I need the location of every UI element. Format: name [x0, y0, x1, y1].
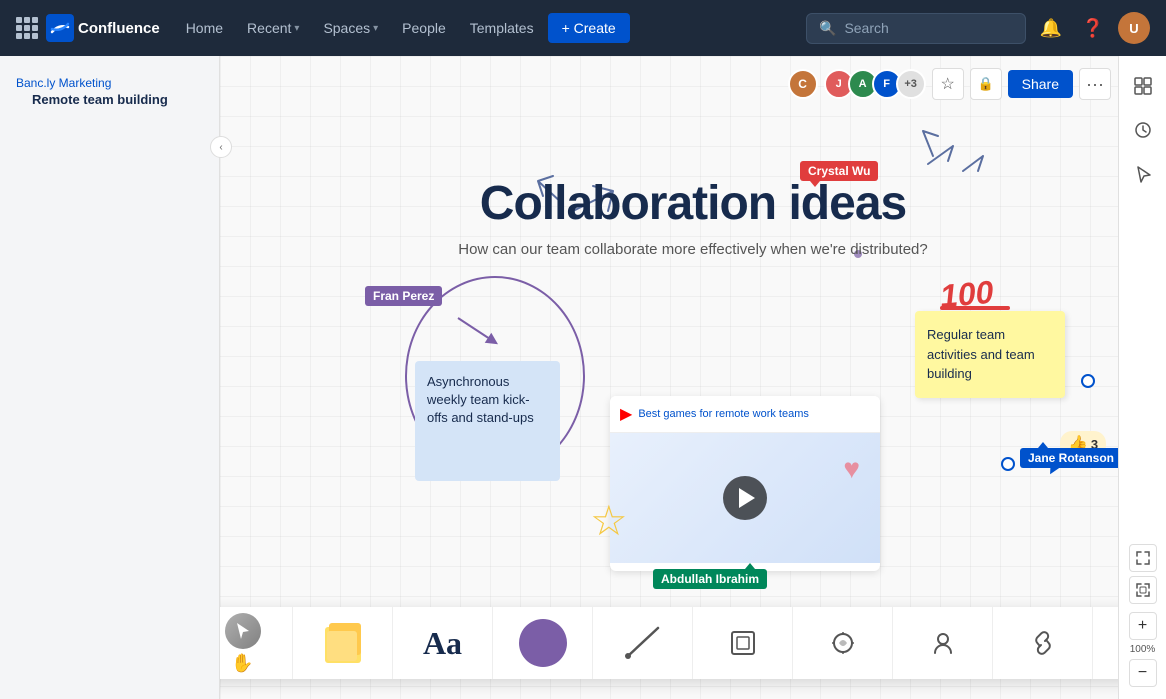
shape-tool[interactable] [493, 607, 593, 679]
pen-tool[interactable] [593, 607, 693, 679]
notifications-button[interactable]: 🔔 [1034, 11, 1068, 45]
grid-menu-icon[interactable] [16, 17, 38, 39]
nav-spaces[interactable]: Spaces ▾ [313, 14, 388, 42]
frame-tool[interactable] [693, 607, 793, 679]
abdullah-label: Abdullah Ibrahim [653, 569, 767, 589]
search-icon: 🔍 [819, 20, 836, 37]
zoom-fit-button[interactable] [1129, 544, 1157, 572]
canvas-avatar-count: +3 [896, 69, 926, 99]
navbar: Confluence Home Recent ▾ Spaces ▾ People… [0, 0, 1166, 56]
zoom-in-button[interactable]: + [1129, 612, 1157, 640]
link-tool[interactable] [993, 607, 1093, 679]
fran-perez-area: Fran Perez [365, 286, 442, 314]
nav-links: Home Recent ▾ Spaces ▾ People Templates … [176, 13, 630, 43]
sticky-note-yellow[interactable]: Regular team activities and team buildin… [915, 311, 1065, 398]
collaboration-subtitle: How can our team collaborate more effect… [458, 241, 928, 258]
star-decoration: ☆ [590, 496, 628, 545]
video-embed[interactable]: ▶ Best games for remote work teams ♥ [610, 396, 880, 571]
search-placeholder: Search [844, 20, 888, 36]
cursor-icon-wrap: ✋ [225, 613, 261, 674]
nav-right: 🔍 Search 🔔 ❓ U [806, 11, 1150, 45]
confluence-text: Confluence [78, 20, 160, 37]
cursor-panel-icon[interactable] [1125, 156, 1161, 192]
nav-templates[interactable]: Templates [460, 14, 544, 42]
cursor-circle-icon [225, 613, 261, 649]
bottom-toolbar: ✋ Aa [220, 607, 1166, 679]
canvas-toolbar: C J A F +3 ☆ 🔒 Share ··· [788, 68, 1111, 100]
stickies-icon [319, 619, 367, 667]
user-cursor-icon [929, 629, 957, 657]
video-header: ▶ Best games for remote work teams [610, 396, 880, 433]
text-tool[interactable]: Aa [393, 607, 493, 679]
nav-people[interactable]: People [392, 14, 456, 42]
crystal-wu-label: Crystal Wu [800, 161, 878, 181]
shape-circle-icon [519, 619, 567, 667]
youtube-icon: ▶ [620, 404, 632, 424]
video-title: Best games for remote work teams [638, 408, 809, 420]
breadcrumb: Banc.ly Marketing Remote team building [0, 68, 219, 123]
jane-label: Jane Rotanson [1020, 448, 1122, 468]
yellow-sticky-area: 100 Regular team activities and team bui… [915, 311, 1065, 398]
zoom-fit-page-button[interactable] [1129, 576, 1157, 604]
main-canvas: C J A F +3 ☆ 🔒 Share ··· [220, 56, 1166, 699]
fran-perez-label: Fran Perez [365, 286, 442, 306]
smart-select-icon [829, 629, 857, 657]
page-wrapper: Banc.ly Marketing Remote team building ‹… [0, 56, 1166, 699]
text-tool-icon: Aa [423, 625, 462, 662]
zoom-area: + 100% − [1129, 544, 1157, 687]
confluence-logo[interactable]: Confluence [46, 14, 160, 42]
user-avatar[interactable]: U [1118, 12, 1150, 44]
play-triangle [739, 488, 755, 508]
breadcrumb-parent[interactable]: Banc.ly Marketing [16, 76, 203, 90]
nav-home[interactable]: Home [176, 14, 233, 42]
canvas-avatar-group: J A F +3 [824, 69, 926, 99]
hundred-underline [940, 306, 1010, 310]
nav-recent[interactable]: Recent ▾ [237, 14, 309, 42]
canvas-content: Collaboration ideas How can our team col… [220, 56, 1166, 699]
search-bar[interactable]: 🔍 Search [806, 13, 1026, 44]
sticky-layer-3 [327, 631, 357, 661]
cursor-tool[interactable]: ✋ [220, 607, 293, 679]
zoom-level-display: 100% [1129, 640, 1157, 659]
sticky-notes-tool[interactable] [293, 607, 393, 679]
restrict-button[interactable]: 🔒 [970, 68, 1002, 100]
more-options-button[interactable]: ··· [1079, 68, 1111, 100]
video-body: ♥ [610, 433, 880, 563]
share-button[interactable]: Share [1008, 70, 1073, 98]
sticky-note-blue-wrapper: Asynchronous weekly team kick-offs and s… [415, 341, 560, 481]
logo-area: Confluence [16, 14, 160, 42]
right-panel: + 100% − [1118, 56, 1166, 699]
layout-panel-icon[interactable] [1125, 68, 1161, 104]
hand-icon: ✋ [231, 653, 253, 674]
create-button[interactable]: + Create [548, 13, 630, 43]
left-sidebar: Banc.ly Marketing Remote team building [0, 56, 220, 699]
frame-icon [729, 629, 757, 657]
star-button[interactable]: ☆ [932, 68, 964, 100]
link-icon [1029, 629, 1057, 657]
recent-chevron: ▾ [294, 23, 299, 34]
collaboration-title: Collaboration ideas [480, 176, 906, 231]
spaces-chevron: ▾ [373, 23, 378, 34]
heart-decoration: ♥ [843, 453, 860, 485]
page-title-sidebar[interactable]: Remote team building [16, 90, 203, 115]
play-button[interactable] [723, 476, 767, 520]
canvas-avatar-single: C [788, 69, 818, 99]
help-button[interactable]: ❓ [1076, 11, 1110, 45]
pen-icon [618, 618, 668, 668]
zoom-out-button[interactable]: − [1129, 659, 1157, 687]
user-cursor-tool[interactable] [893, 607, 993, 679]
history-panel-icon[interactable] [1125, 112, 1161, 148]
sticky-note-blue[interactable]: Asynchronous weekly team kick-offs and s… [415, 361, 560, 481]
smart-select-tool[interactable] [793, 607, 893, 679]
sidebar-collapse-button[interactable]: ‹ [210, 136, 232, 158]
